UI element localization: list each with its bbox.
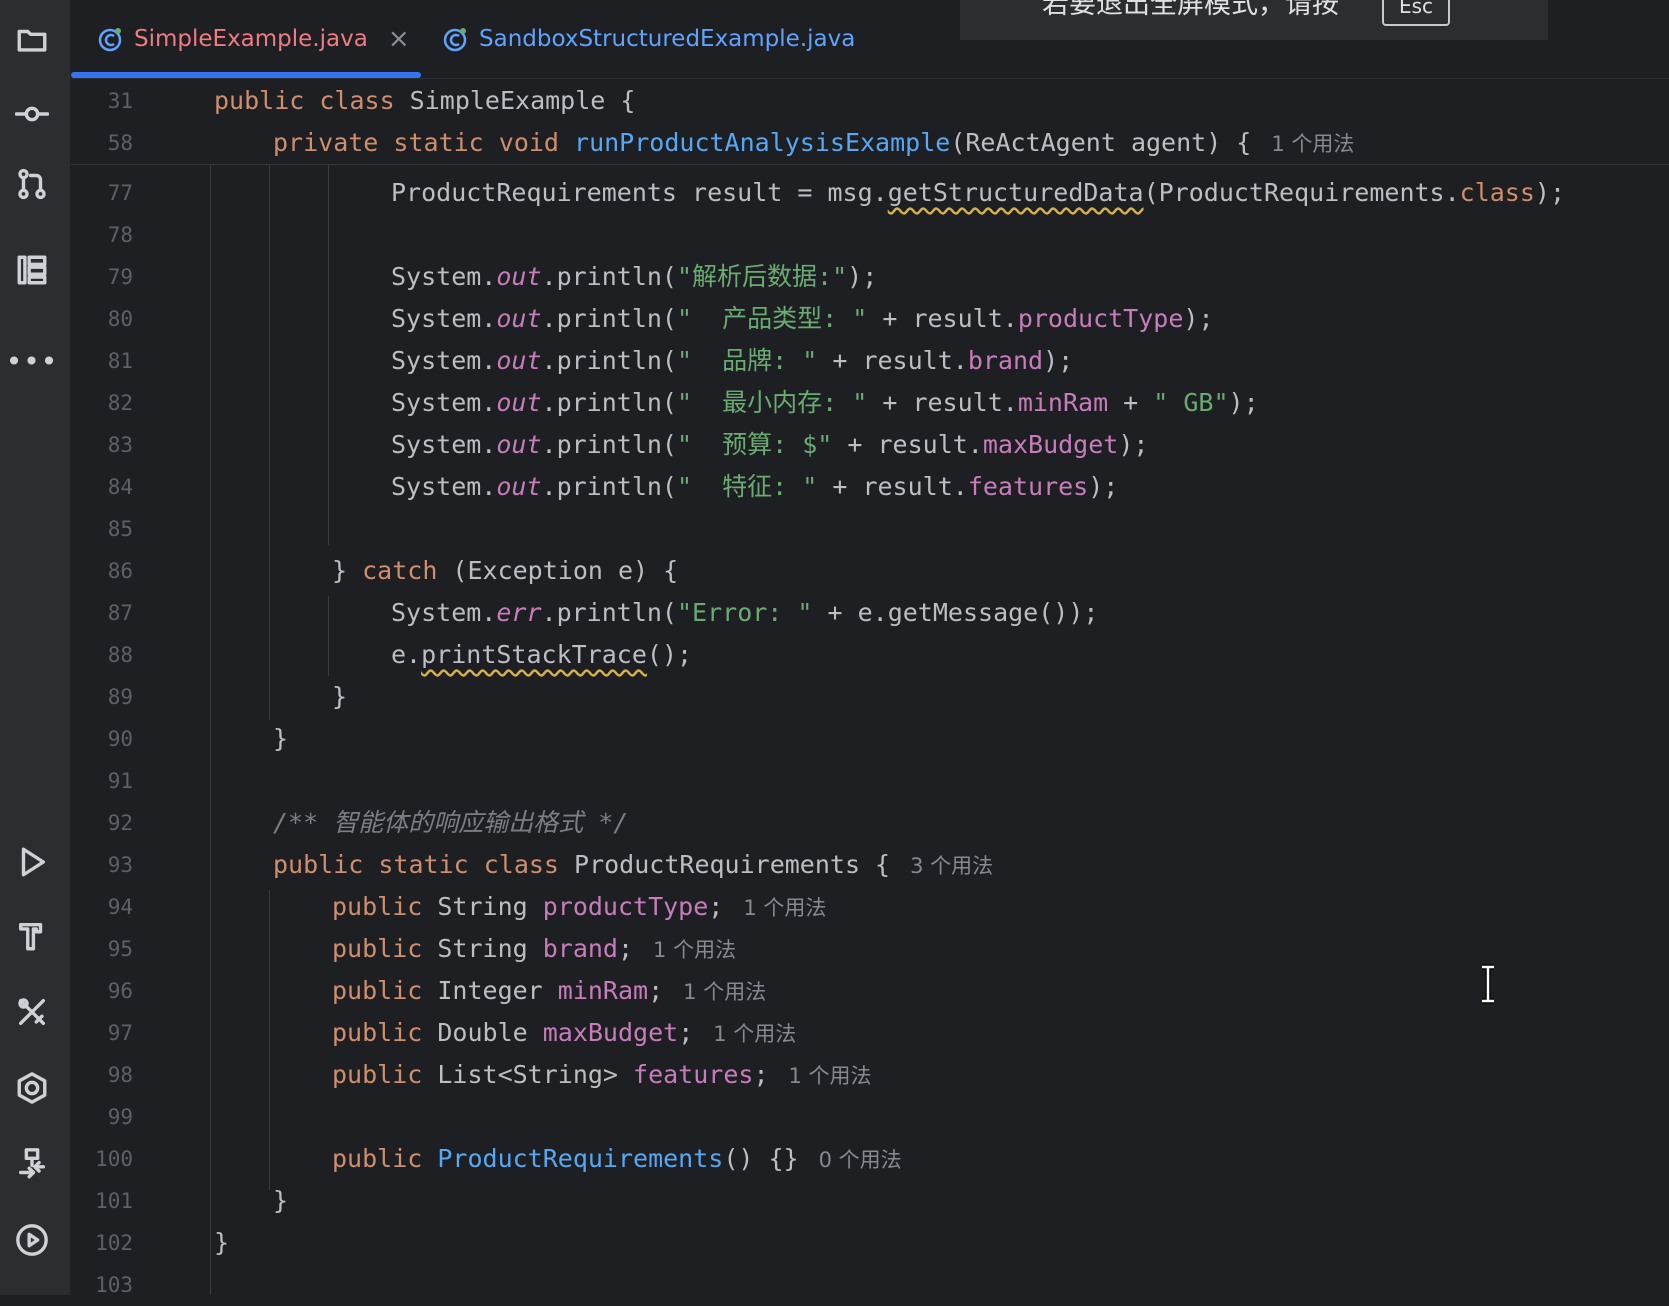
- line-number: 87: [107, 601, 133, 625]
- code-comment[interactable]: /** 智能体的响应输出格式 */: [273, 802, 628, 844]
- code-line[interactable]: System.out.println("解析后数据:");: [391, 256, 877, 298]
- notice-text: 若要退出全屏模式，请按: [1042, 0, 1339, 20]
- line-number: 90: [107, 727, 133, 751]
- line-number: 98: [107, 1063, 133, 1087]
- build-hammer-icon[interactable]: [14, 918, 50, 954]
- line-number: 83: [107, 433, 133, 457]
- line-number: 79: [107, 265, 133, 289]
- code-line[interactable]: System.out.println(" 品牌: " + result.bran…: [391, 340, 1073, 382]
- tab-label: SimpleExample.java: [134, 26, 368, 52]
- code-line[interactable]: System.out.println(" 最小内存: " + result.mi…: [391, 382, 1259, 424]
- code-line[interactable]: public Integer minRam; 1 个用法: [332, 970, 766, 1012]
- code-line[interactable]: }: [273, 718, 288, 760]
- code-line[interactable]: private static void runProductAnalysisEx…: [273, 122, 1354, 164]
- tab-sandbox-structured-example[interactable]: SandboxStructuredExample.java: [441, 0, 855, 78]
- code-line[interactable]: }: [214, 1222, 229, 1264]
- line-number: 84: [107, 475, 133, 499]
- line-number: 77: [107, 181, 133, 205]
- fullscreen-exit-notice: 若要退出全屏模式，请按 Esc: [960, 0, 1548, 40]
- tab-label: SandboxStructuredExample.java: [479, 26, 856, 52]
- folder-icon[interactable]: [14, 22, 50, 58]
- line-number: 78: [107, 223, 133, 247]
- usage-hint[interactable]: 1 个用法: [683, 980, 766, 1004]
- code-line[interactable]: public ProductRequirements() {} 0 个用法: [332, 1138, 902, 1180]
- tool-window-sidebar: •••: [0, 0, 71, 1295]
- line-number: 101: [95, 1189, 133, 1213]
- line-number: 80: [107, 307, 133, 331]
- line-number: 88: [107, 643, 133, 667]
- code-line[interactable]: ProductRequirements result = msg.getStru…: [391, 172, 1565, 214]
- indent-guide: [210, 165, 211, 1295]
- usage-hint[interactable]: 1 个用法: [789, 1064, 872, 1088]
- line-number: 95: [107, 937, 133, 961]
- code-line[interactable]: public Double maxBudget; 1 个用法: [332, 1012, 796, 1054]
- structure-icon[interactable]: [14, 252, 50, 288]
- usage-hint[interactable]: 0 个用法: [819, 1148, 902, 1172]
- line-number: 96: [107, 979, 133, 1003]
- line-number: 102: [95, 1231, 133, 1255]
- code-line[interactable]: System.out.println(" 产品类型: " + result.pr…: [391, 298, 1214, 340]
- line-number: 99: [107, 1105, 133, 1129]
- indent-guide: [328, 596, 329, 676]
- run-icon[interactable]: [14, 844, 50, 880]
- line-number: 91: [107, 769, 133, 793]
- java-class-icon: [443, 28, 467, 52]
- code-line[interactable]: }: [332, 676, 347, 718]
- code-line[interactable]: System.out.println(" 预算: $" + result.max…: [391, 424, 1148, 466]
- line-number: 92: [107, 811, 133, 835]
- line-number: 94: [107, 895, 133, 919]
- code-line[interactable]: public String productType; 1 个用法: [332, 886, 826, 928]
- deploy-icon[interactable]: [14, 1146, 50, 1182]
- code-line[interactable]: }: [273, 1180, 288, 1222]
- services-icon[interactable]: [14, 1070, 50, 1106]
- usage-hint[interactable]: 3 个用法: [910, 854, 993, 878]
- esc-key-badge: Esc: [1382, 0, 1450, 26]
- commit-icon[interactable]: [14, 96, 50, 132]
- indent-guide: [269, 165, 270, 720]
- code-line[interactable]: public class SimpleExample {: [214, 80, 635, 122]
- line-number: 97: [107, 1021, 133, 1045]
- code-line[interactable]: } catch (Exception e) {: [332, 550, 678, 592]
- line-number: 89: [107, 685, 133, 709]
- pull-request-icon[interactable]: [14, 166, 50, 202]
- usage-hint[interactable]: 1 个用法: [1271, 132, 1354, 156]
- line-number: 103: [95, 1273, 133, 1297]
- tab-simple-example[interactable]: SimpleExample.java ×: [96, 0, 410, 78]
- tools-icon[interactable]: [14, 994, 50, 1030]
- more-icon[interactable]: •••: [6, 344, 58, 380]
- line-number: 85: [107, 517, 133, 541]
- code-line[interactable]: System.err.println("Error: " + e.getMess…: [391, 592, 1098, 634]
- close-icon[interactable]: ×: [388, 24, 410, 54]
- code-line[interactable]: e.printStackTrace();: [391, 634, 692, 676]
- indent-guide: [328, 165, 329, 545]
- usage-hint[interactable]: 1 个用法: [743, 896, 826, 920]
- line-number: 82: [107, 391, 133, 415]
- line-number: 81: [107, 349, 133, 373]
- code-line[interactable]: public static class ProductRequirements …: [273, 844, 993, 886]
- line-number: 31: [107, 89, 133, 113]
- java-class-icon: [98, 28, 122, 52]
- line-number: 58: [107, 131, 133, 155]
- indent-guide: [269, 890, 270, 1190]
- line-number: 86: [107, 559, 133, 583]
- code-line[interactable]: public String brand; 1 个用法: [332, 928, 736, 970]
- line-number: 93: [107, 853, 133, 877]
- active-tab-indicator: [71, 72, 421, 78]
- debug-run-icon[interactable]: [14, 1222, 50, 1258]
- usage-hint[interactable]: 1 个用法: [713, 1022, 796, 1046]
- line-number: 100: [95, 1147, 133, 1171]
- usage-hint[interactable]: 1 个用法: [653, 938, 736, 962]
- code-line[interactable]: System.out.println(" 特征: " + result.feat…: [391, 466, 1118, 508]
- code-line[interactable]: public List<String> features; 1 个用法: [332, 1054, 872, 1096]
- text-cursor-icon: [1482, 964, 1494, 1004]
